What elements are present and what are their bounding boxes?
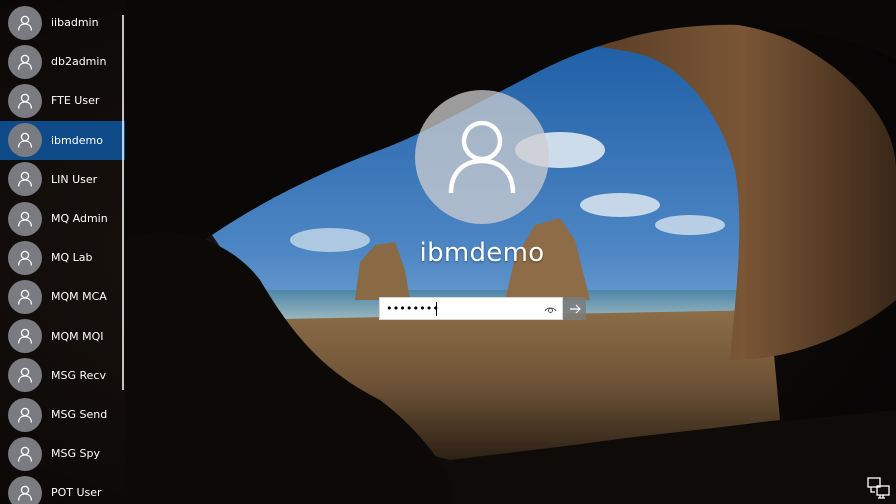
user-icon: [17, 407, 33, 423]
user-list-item-label: POT User: [51, 486, 102, 500]
avatar: [8, 279, 42, 314]
avatar: [8, 240, 42, 275]
user-icon: [17, 15, 33, 31]
network-icon: [867, 477, 890, 499]
user-icon: [17, 328, 33, 344]
user-list-item[interactable]: MQM MCA: [0, 277, 125, 316]
avatar: [8, 162, 42, 197]
user-icon: [17, 172, 33, 187]
user-icon: [17, 446, 33, 462]
avatar: [8, 5, 42, 40]
user-icon: [448, 120, 516, 194]
user-list: iibadmin db2admin FTE User ibmdemo LIN User M…: [0, 3, 125, 504]
network-button[interactable]: [866, 476, 892, 500]
user-list-item-label: ibmdemo: [51, 133, 103, 147]
user-list-item-label: MQ Lab: [51, 251, 93, 265]
user-list-item-label: MSG Spy: [51, 447, 100, 461]
user-icon: [17, 250, 33, 266]
user-icon: [17, 54, 33, 70]
avatar: [8, 319, 42, 354]
user-list-item[interactable]: POT User: [0, 473, 125, 504]
user-list-item[interactable]: MQ Admin: [0, 199, 125, 238]
user-list-item[interactable]: MSG Spy: [0, 434, 125, 473]
avatar: [8, 83, 42, 118]
user-list-item[interactable]: db2admin: [0, 42, 125, 81]
arrow-right-icon: [569, 304, 581, 313]
selected-user-avatar: [415, 90, 549, 224]
avatar: [8, 475, 42, 504]
user-list-item-label: MQM MQI: [51, 329, 104, 343]
user-list-item[interactable]: MQ Lab: [0, 238, 125, 277]
user-icon: [17, 368, 33, 383]
user-list-item-label: MSG Recv: [51, 368, 106, 382]
avatar: [8, 44, 42, 79]
avatar: [8, 436, 42, 471]
user-list-item[interactable]: MQM MQI: [0, 317, 125, 356]
avatar: [8, 358, 42, 393]
user-list-item-label: LIN User: [51, 172, 98, 186]
user-icon: [17, 93, 33, 109]
user-list-item-label: MQ Admin: [51, 212, 108, 225]
user-list-item-label: MSG Send: [51, 408, 108, 421]
user-list-item-label: FTE User: [51, 94, 100, 108]
password-row: [379, 297, 586, 320]
user-list-item-label: MQM MCA: [51, 290, 107, 304]
submit-button[interactable]: [563, 297, 586, 320]
user-list-item[interactable]: iibadmin: [0, 3, 125, 42]
user-list-item[interactable]: FTE User: [0, 81, 125, 120]
lock-screen: iibadmin db2admin FTE User ibmdemo LIN User M…: [0, 0, 896, 504]
user-list-item[interactable]: MSG Send: [0, 395, 125, 434]
eye-icon: [544, 307, 556, 313]
text-caret: [436, 302, 437, 316]
user-list-item[interactable]: MSG Recv: [0, 356, 125, 395]
user-icon: [17, 485, 33, 501]
password-field[interactable]: [380, 298, 546, 319]
avatar: [8, 397, 42, 432]
user-list-item-label: iibadmin: [51, 16, 99, 29]
avatar: [8, 123, 42, 158]
user-icon: [17, 211, 33, 227]
user-list-item-label: db2admin: [51, 55, 107, 69]
password-box: [379, 297, 563, 320]
avatar: [8, 201, 42, 236]
selected-username: ibmdemo: [419, 238, 545, 268]
user-list-item[interactable]: LIN User: [0, 160, 125, 199]
user-list-scrollbar[interactable]: [122, 15, 124, 390]
user-icon: [17, 289, 33, 305]
user-icon: [17, 132, 33, 148]
reveal-password-button[interactable]: [541, 300, 559, 318]
user-list-item[interactable]: ibmdemo: [0, 120, 125, 160]
